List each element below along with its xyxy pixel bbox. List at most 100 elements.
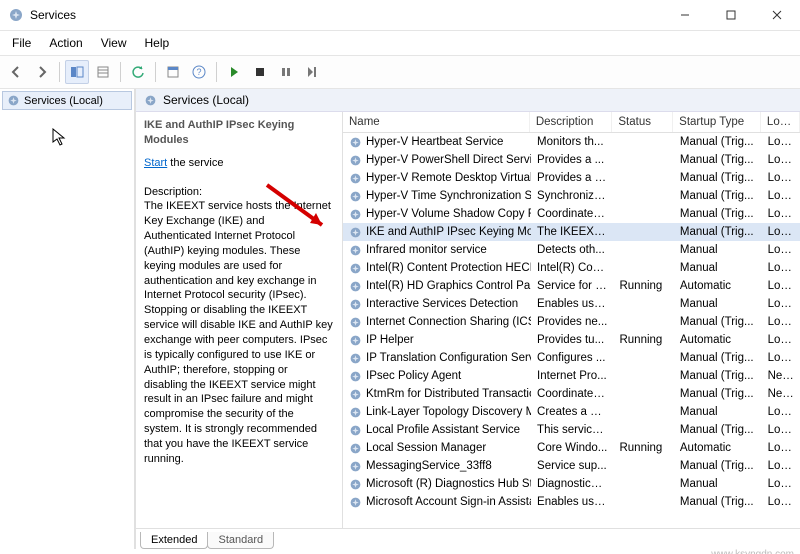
table-row[interactable]: Microsoft (R) Diagnostics Hub Sta...Diag… bbox=[343, 475, 800, 493]
gear-icon bbox=[349, 442, 362, 455]
table-row[interactable]: Hyper-V Heartbeat Service Monitors th... M… bbox=[343, 133, 800, 151]
cell-status bbox=[613, 249, 673, 251]
gear-icon bbox=[349, 226, 362, 239]
cell-name: Hyper-V PowerShell Direct Service bbox=[366, 154, 531, 166]
cell-name: Internet Connection Sharing (ICS) bbox=[366, 316, 531, 328]
cell-name: Intel(R) HD Graphics Control Panel... bbox=[366, 280, 531, 292]
cell-startup: Manual (Trig... bbox=[674, 153, 762, 167]
col-desc[interactable]: Description bbox=[530, 112, 613, 132]
tab-standard[interactable]: Standard bbox=[207, 532, 274, 549]
tree-pane: Services (Local) bbox=[0, 89, 136, 549]
table-row[interactable]: Local Session ManagerCore Windo...Runnin… bbox=[343, 439, 800, 457]
table-row[interactable]: Interactive Services DetectionEnables us… bbox=[343, 295, 800, 313]
cell-logon: Net... bbox=[762, 369, 800, 383]
table-row[interactable]: Infrared monitor serviceDetects oth...Ma… bbox=[343, 241, 800, 259]
gear-icon bbox=[349, 478, 362, 491]
tab-extended[interactable]: Extended bbox=[140, 532, 208, 549]
cell-startup: Manual (Trig... bbox=[674, 135, 762, 149]
table-row[interactable]: Link-Layer Topology Discovery Ma...Creat… bbox=[343, 403, 800, 421]
detail-pane: IKE and AuthIP IPsec Keying Modules Star… bbox=[136, 112, 343, 528]
table-row[interactable]: Hyper-V PowerShell Direct ServiceProvide… bbox=[343, 151, 800, 169]
cell-desc: Service sup... bbox=[531, 459, 613, 473]
start-service-link[interactable]: Start bbox=[144, 157, 167, 169]
table-row[interactable]: Intel(R) HD Graphics Control Panel...Ser… bbox=[343, 277, 800, 295]
maximize-button[interactable] bbox=[708, 0, 754, 30]
menubar: File Action View Help bbox=[0, 31, 800, 55]
cell-logon: Loc... bbox=[762, 153, 800, 167]
cell-desc: The IKEEXT ... bbox=[531, 225, 613, 239]
cell-status bbox=[613, 195, 673, 197]
col-logon[interactable]: Log... bbox=[761, 112, 800, 132]
col-name[interactable]: Name bbox=[343, 112, 530, 132]
table-row[interactable]: Intel(R) Content Protection HECI S...Int… bbox=[343, 259, 800, 277]
cell-status bbox=[613, 465, 673, 467]
stop-service-button[interactable] bbox=[248, 60, 272, 84]
table-row[interactable]: Hyper-V Time Synchronization Ser...Synch… bbox=[343, 187, 800, 205]
cell-startup: Manual (Trig... bbox=[674, 171, 762, 185]
cell-startup: Automatic bbox=[674, 333, 762, 347]
cell-status: Running bbox=[613, 279, 673, 293]
cell-logon: Loc... bbox=[762, 207, 800, 221]
gear-icon bbox=[349, 172, 362, 185]
nav-back-button[interactable] bbox=[4, 60, 28, 84]
refresh-button[interactable] bbox=[126, 60, 150, 84]
cell-startup: Manual (Trig... bbox=[674, 207, 762, 221]
cell-status bbox=[613, 483, 673, 485]
table-row[interactable]: Hyper-V Volume Shadow Copy Re...Coordina… bbox=[343, 205, 800, 223]
cell-startup: Manual bbox=[674, 261, 762, 275]
minimize-button[interactable] bbox=[662, 0, 708, 30]
services-app-icon bbox=[8, 7, 24, 23]
svg-text:?: ? bbox=[196, 67, 201, 77]
cell-desc: Diagnostics ... bbox=[531, 477, 613, 491]
nav-forward-button[interactable] bbox=[30, 60, 54, 84]
cell-status bbox=[613, 429, 673, 431]
table-row[interactable]: Local Profile Assistant ServiceThis serv… bbox=[343, 421, 800, 439]
cell-logon: Loc... bbox=[762, 297, 800, 311]
cell-name: Interactive Services Detection bbox=[366, 298, 518, 310]
col-startup[interactable]: Startup Type bbox=[673, 112, 761, 132]
restart-service-button[interactable] bbox=[300, 60, 324, 84]
properties-button[interactable] bbox=[161, 60, 185, 84]
table-row[interactable]: Internet Connection Sharing (ICS)Provide… bbox=[343, 313, 800, 331]
cell-logon: Loc... bbox=[762, 189, 800, 203]
table-row[interactable]: IP Translation Configuration ServiceConf… bbox=[343, 349, 800, 367]
cell-name: Microsoft (R) Diagnostics Hub Sta... bbox=[366, 478, 531, 490]
cell-startup: Manual bbox=[674, 297, 762, 311]
col-status[interactable]: Status bbox=[612, 112, 673, 132]
pause-service-button[interactable] bbox=[274, 60, 298, 84]
gear-icon bbox=[349, 136, 362, 149]
cell-status bbox=[613, 375, 673, 377]
cell-logon: Loc... bbox=[762, 459, 800, 473]
view-tabs: Extended Standard bbox=[136, 528, 800, 549]
gear-icon bbox=[349, 406, 362, 419]
menu-view[interactable]: View bbox=[93, 34, 135, 52]
table-row[interactable]: MessagingService_33ff8Service sup...Manu… bbox=[343, 457, 800, 475]
cell-status bbox=[613, 267, 673, 269]
gear-icon bbox=[349, 298, 362, 311]
cell-logon: Loc... bbox=[762, 495, 800, 509]
start-service-button[interactable] bbox=[222, 60, 246, 84]
table-row[interactable]: Microsoft Account Sign-in AssistantEnabl… bbox=[343, 493, 800, 511]
cell-status bbox=[613, 303, 673, 305]
help-button[interactable]: ? bbox=[187, 60, 211, 84]
cell-name: Intel(R) Content Protection HECI S... bbox=[366, 262, 531, 274]
cell-name: Hyper-V Time Synchronization Ser... bbox=[366, 190, 531, 202]
table-row[interactable]: IP HelperProvides tu...RunningAutomaticL… bbox=[343, 331, 800, 349]
cell-logon: Loc... bbox=[762, 135, 800, 149]
cell-name: Hyper-V Heartbeat Service bbox=[366, 136, 503, 148]
table-row[interactable]: Hyper-V Remote Desktop Virtualizatio...P… bbox=[343, 169, 800, 187]
menu-help[interactable]: Help bbox=[137, 34, 178, 52]
menu-file[interactable]: File bbox=[4, 34, 39, 52]
watermark: www.ksyngdn.com bbox=[0, 549, 800, 554]
show-hide-tree-button[interactable] bbox=[65, 60, 89, 84]
export-list-button[interactable] bbox=[91, 60, 115, 84]
menu-action[interactable]: Action bbox=[41, 34, 90, 52]
close-button[interactable] bbox=[754, 0, 800, 30]
start-service-line: Start the service bbox=[144, 156, 334, 171]
table-row[interactable]: IPsec Policy AgentInternet Pro...Manual … bbox=[343, 367, 800, 385]
table-row[interactable]: KtmRm for Distributed Transactio...Coord… bbox=[343, 385, 800, 403]
tree-root-services-local[interactable]: Services (Local) bbox=[2, 91, 132, 110]
gear-icon bbox=[349, 334, 362, 347]
table-row[interactable]: IKE and AuthIP IPsec Keying Modu...The I… bbox=[343, 223, 800, 241]
cell-desc: Monitors th... bbox=[531, 135, 613, 149]
